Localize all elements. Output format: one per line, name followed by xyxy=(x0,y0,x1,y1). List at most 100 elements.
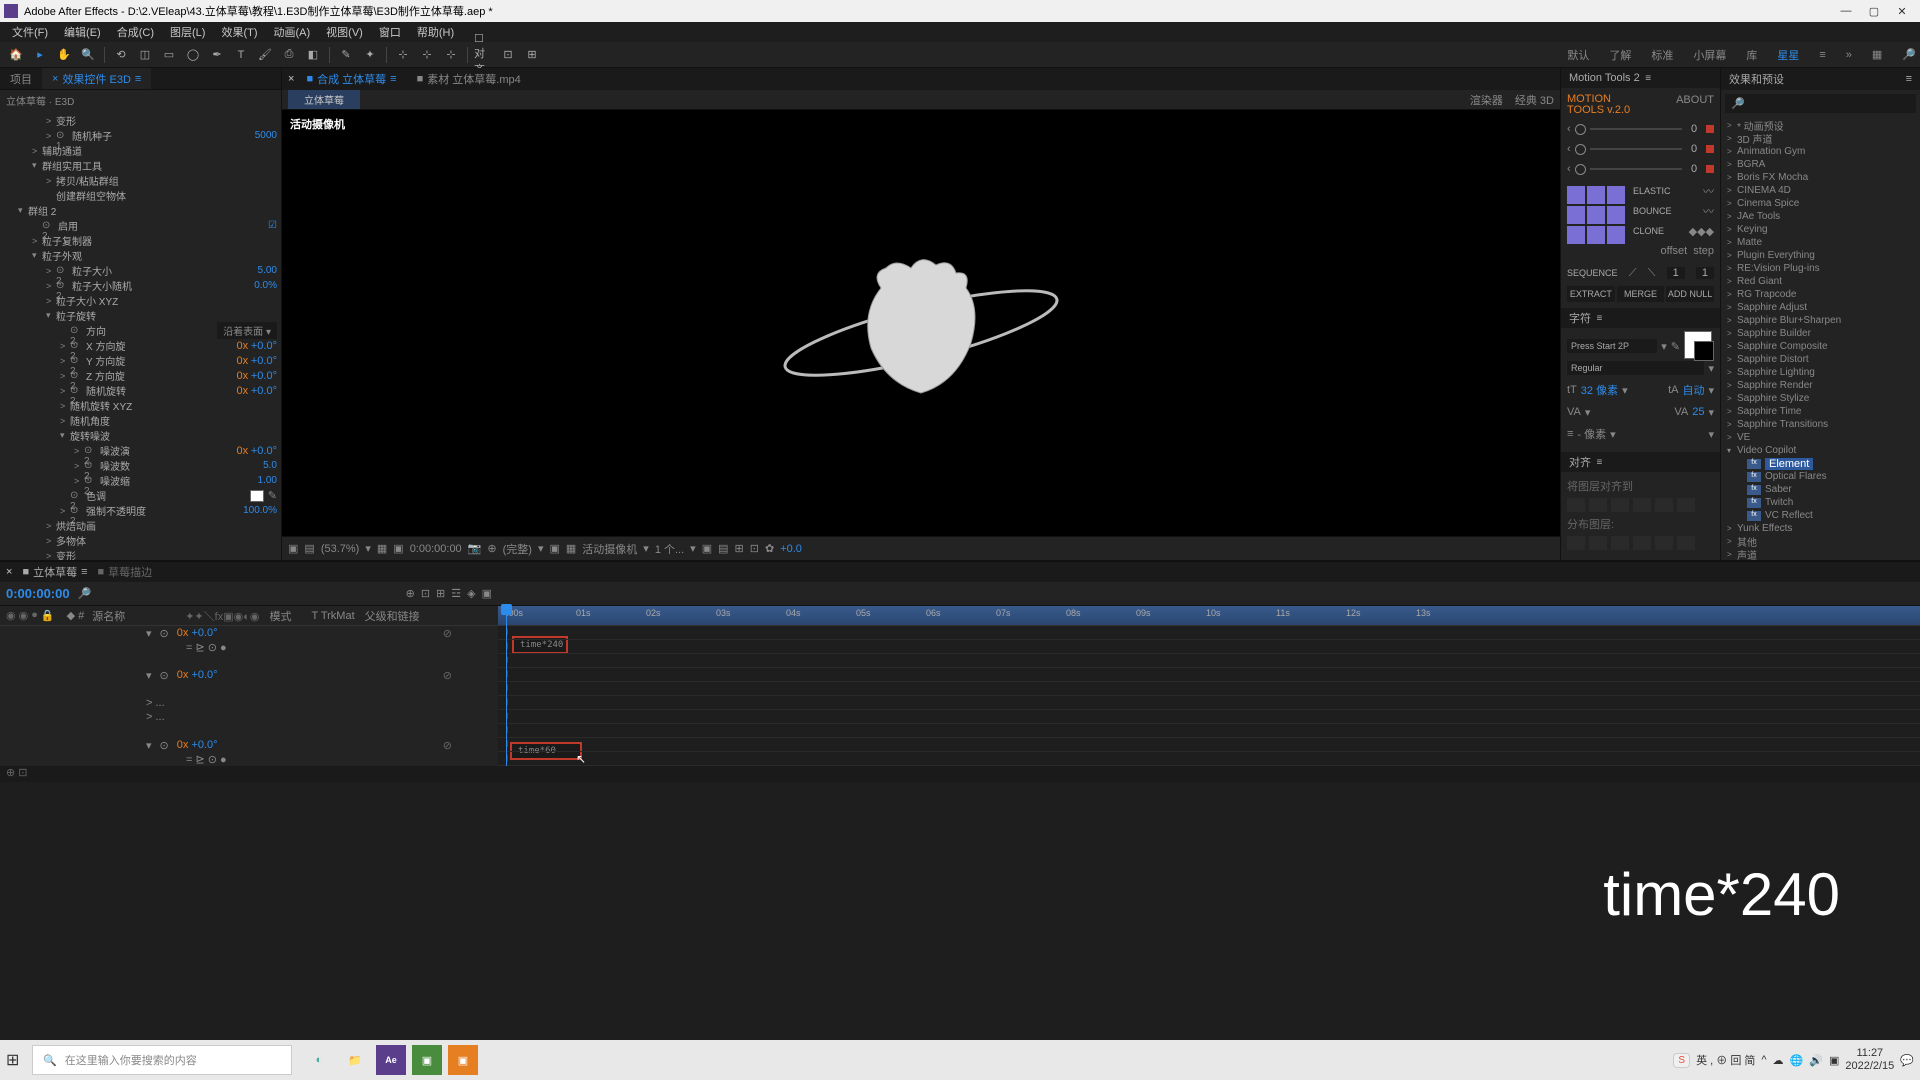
seq-icon1[interactable]: ⟋ xyxy=(1629,267,1637,280)
seq-icon2[interactable]: ⟍ xyxy=(1648,267,1656,280)
fx-item[interactable]: fxOptical Flares xyxy=(1721,470,1920,483)
stroke-swatch[interactable] xyxy=(1694,341,1714,361)
fx-item[interactable]: >VE xyxy=(1721,431,1920,444)
menu-anim[interactable]: 动画(A) xyxy=(266,24,319,40)
stroke-unit[interactable]: - 像素 xyxy=(1577,426,1606,442)
viewer[interactable]: 活动摄像机 xyxy=(282,110,1560,536)
ws-small[interactable]: 小屏幕 xyxy=(1693,47,1726,63)
about-button[interactable]: ABOUT xyxy=(1676,94,1714,116)
tl-layer-row[interactable]: = ⊵ ⊙ ● xyxy=(0,640,498,654)
prop-row[interactable]: >辅助通道 xyxy=(0,143,281,158)
zoom-tool-icon[interactable]: 🔍 xyxy=(78,45,98,65)
tl-ruler[interactable]: :00s01s02s03s04s05s06s07s08s09s10s11s12s… xyxy=(498,606,1920,625)
tl-icon1[interactable]: ⊕ xyxy=(406,587,415,600)
fx-item[interactable]: >Sapphire Adjust xyxy=(1721,301,1920,314)
vf-icon9[interactable]: ⊞ xyxy=(735,542,744,555)
mt-arrow-l2-icon[interactable]: ‹ xyxy=(1567,143,1571,155)
prop-row[interactable]: >⊙ 2.粒子大小5.00 xyxy=(0,263,281,278)
fx-item[interactable]: >Boris FX Mocha xyxy=(1721,171,1920,184)
fx-item[interactable]: >BGRA xyxy=(1721,158,1920,171)
ws-grid-icon[interactable]: ▦ xyxy=(1872,48,1882,61)
menu-view[interactable]: 视图(V) xyxy=(318,24,371,40)
prop-row[interactable]: >⊙ 2.X 方向旋0x +0.0° xyxy=(0,338,281,353)
fx-item[interactable]: ▾Video Copilot xyxy=(1721,444,1920,457)
mt-arrow-l-icon[interactable]: ‹ xyxy=(1567,123,1571,135)
weight-select[interactable]: Regular xyxy=(1567,361,1704,375)
tl-icon3[interactable]: ⊞ xyxy=(436,587,445,600)
fx-item[interactable]: >Sapphire Builder xyxy=(1721,327,1920,340)
prop-row[interactable]: >⊙ 2.粒子大小随机0.0% xyxy=(0,278,281,293)
align-bottom-icon[interactable] xyxy=(1677,498,1695,512)
prop-row[interactable]: ▾群组实用工具 xyxy=(0,158,281,173)
ws-menu-icon[interactable]: ≡ xyxy=(1819,49,1825,61)
vf-time[interactable]: 0:00:00:00 xyxy=(410,543,462,555)
align-vcenter-icon[interactable] xyxy=(1655,498,1673,512)
prop-row[interactable]: >随机旋转 XYZ xyxy=(0,398,281,413)
taskbar-search[interactable]: 🔍 在这里输入你要搜索的内容 xyxy=(32,1045,292,1075)
hand-tool-icon[interactable]: ✋ xyxy=(54,45,74,65)
fontsize-val[interactable]: 32 像素 xyxy=(1581,382,1618,398)
snap2-icon[interactable]: ⊞ xyxy=(522,45,542,65)
col-mode[interactable]: 模式 xyxy=(269,608,291,624)
menu-help[interactable]: 帮助(H) xyxy=(409,24,462,40)
dist5-icon[interactable] xyxy=(1655,536,1673,550)
align-left-icon[interactable] xyxy=(1567,498,1585,512)
fx-item[interactable]: >Sapphire Distort xyxy=(1721,353,1920,366)
dist1-icon[interactable] xyxy=(1567,536,1585,550)
fx-item[interactable]: >Matte xyxy=(1721,236,1920,249)
maximize-button[interactable]: ▢ xyxy=(1860,1,1888,21)
ime-status[interactable]: 英 , ⊕ 回 简 xyxy=(1696,1052,1755,1068)
prop-row[interactable]: ▾旋转噪波 xyxy=(0,428,281,443)
ws-default[interactable]: 默认 xyxy=(1567,47,1589,63)
mt-del3[interactable] xyxy=(1706,165,1714,173)
vf-icon3[interactable]: ▦ xyxy=(377,542,387,555)
roto-tool-icon[interactable]: ✎ xyxy=(336,45,356,65)
fx-item[interactable]: >Plugin Everything xyxy=(1721,249,1920,262)
fx-item[interactable]: >CINEMA 4D xyxy=(1721,184,1920,197)
ws-chevron-icon[interactable]: » xyxy=(1846,49,1852,61)
prop-row[interactable]: >拷贝/粘贴群组 xyxy=(0,173,281,188)
ws-learn[interactable]: 了解 xyxy=(1609,47,1631,63)
tl-layer-row[interactable]: ▾⊙0x +0.0°⊘ xyxy=(0,738,498,752)
search-icon[interactable]: 🔎 xyxy=(1902,48,1916,61)
mt-arrow-l3-icon[interactable]: ‹ xyxy=(1567,163,1571,175)
prop-row[interactable]: >⊙ 2.随机旋转0x +0.0° xyxy=(0,383,281,398)
vf-channel-icon[interactable]: ⊕ xyxy=(487,542,496,555)
snap-checkbox[interactable]: ☐ 对齐 xyxy=(474,45,494,65)
tl-layers[interactable]: ▾⊙0x +0.0°⊘= ⊵ ⊙ ●▾⊙0x +0.0°⊘> ...> ...▾… xyxy=(0,626,498,766)
tl-layer-row[interactable] xyxy=(0,682,498,696)
col-trkmat[interactable]: T TrkMat xyxy=(311,610,354,622)
prop-row[interactable]: >⊙ 1.随机种子5000 xyxy=(0,128,281,143)
tl-icon5[interactable]: ◈ xyxy=(467,587,475,600)
prop-row[interactable]: >烘焙动画 xyxy=(0,518,281,533)
tl-layer-row[interactable] xyxy=(0,724,498,738)
comp-lock-icon[interactable]: × xyxy=(288,73,294,85)
brush-tool-icon[interactable]: 🖌 xyxy=(255,45,275,65)
comp-tab-footage[interactable]: ■ 素材 立体草莓.mp4 xyxy=(409,69,529,89)
prop-row[interactable]: ⊙ 2.方向沿着表面 ▾ xyxy=(0,323,281,338)
fx-item[interactable]: >Sapphire Composite xyxy=(1721,340,1920,353)
fx-item[interactable]: fxTwitch xyxy=(1721,496,1920,509)
fx-item[interactable]: >3D 声道 xyxy=(1721,132,1920,145)
fx-item[interactable]: >Sapphire Render xyxy=(1721,379,1920,392)
font-select[interactable]: Press Start 2P xyxy=(1567,339,1657,353)
tl-icon6[interactable]: ▣ xyxy=(482,587,492,600)
prop-row[interactable]: ▾粒子外观 xyxy=(0,248,281,263)
eyedropper-icon[interactable]: ✎ xyxy=(1671,340,1680,353)
tl-layer-row[interactable]: > ... xyxy=(0,696,498,710)
pen-tool-icon[interactable]: ✒ xyxy=(207,45,227,65)
mt-del1[interactable] xyxy=(1706,125,1714,133)
leading-val[interactable]: 自动 xyxy=(1682,382,1704,398)
col-parent[interactable]: 父级和链接 xyxy=(365,608,420,624)
tb-explorer-icon[interactable]: 📁 xyxy=(340,1045,370,1075)
comp-breadcrumb[interactable]: 立体草莓 xyxy=(288,90,360,109)
eraser-tool-icon[interactable]: ◧ xyxy=(303,45,323,65)
mt-knob2[interactable] xyxy=(1575,144,1586,155)
tl-tab2[interactable]: ■ 草莓描边 xyxy=(98,564,153,580)
mt-knob1[interactable] xyxy=(1575,124,1586,135)
prop-row[interactable]: 创建群组空物体 xyxy=(0,188,281,203)
vf-icon8[interactable]: ▤ xyxy=(718,542,728,555)
tray-net-icon[interactable]: 🌐 xyxy=(1790,1054,1804,1067)
align-hcenter-icon[interactable] xyxy=(1589,498,1607,512)
ws-lib[interactable]: 库 xyxy=(1746,47,1757,63)
